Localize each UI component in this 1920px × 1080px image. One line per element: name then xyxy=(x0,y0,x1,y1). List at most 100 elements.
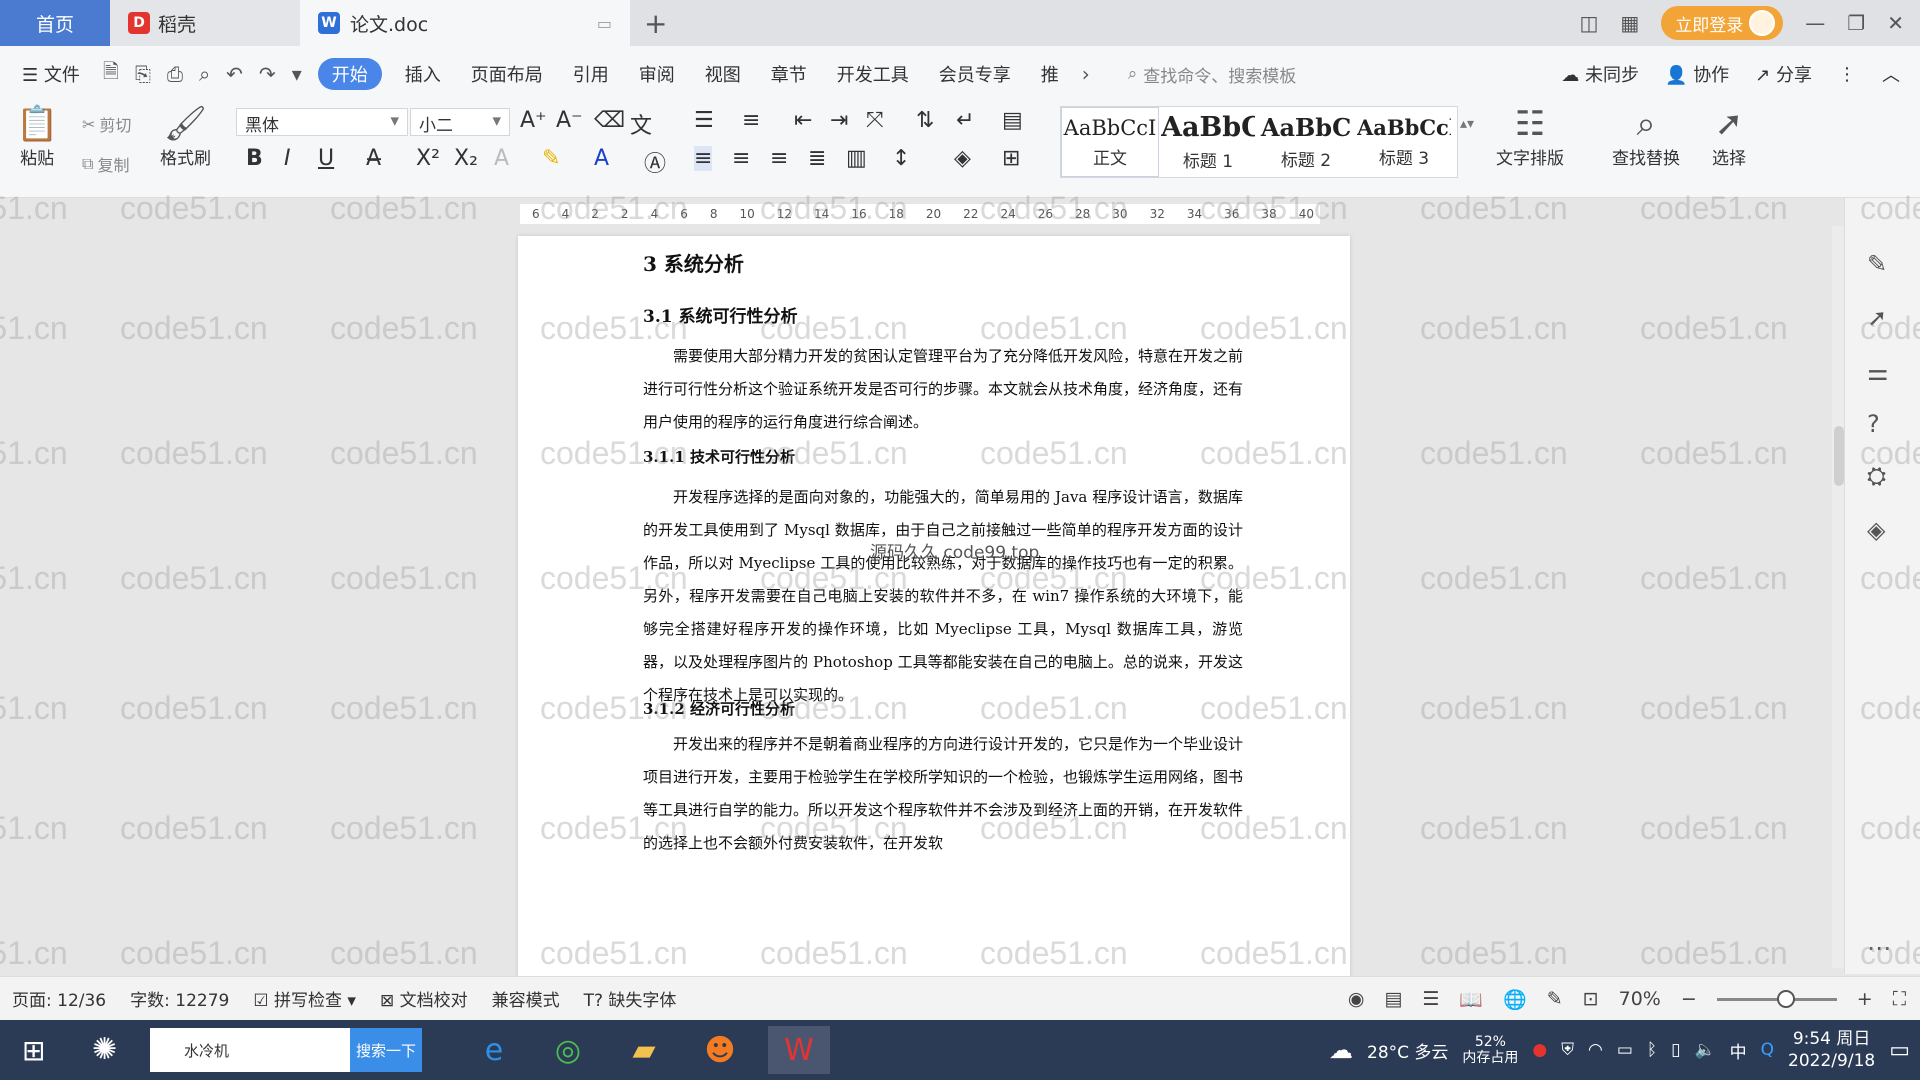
eye-protection-icon[interactable]: ◉ xyxy=(1348,988,1365,1010)
font-size-select[interactable]: 小二 ▾ xyxy=(410,108,510,136)
phonetic-icon[interactable]: 文 xyxy=(630,108,652,140)
spell-check-button[interactable]: ☑ 拼写检查 ▾ xyxy=(241,986,368,1011)
undo-icon[interactable]: ↶ xyxy=(218,62,251,86)
font-color-icon[interactable]: A xyxy=(594,146,609,171)
green-browser-icon[interactable]: ◎ xyxy=(544,1026,592,1074)
settings-sliders-icon[interactable]: ⚌ xyxy=(1867,358,1889,386)
grow-font-icon[interactable]: A⁺ xyxy=(520,108,547,133)
navigate-icon[interactable]: ◈ xyxy=(1867,516,1885,544)
paste-button[interactable]: 📋 粘贴 xyxy=(16,104,58,169)
collab-button[interactable]: 👤 协作 xyxy=(1665,61,1729,87)
strikethrough-icon[interactable]: A̶ xyxy=(366,146,381,171)
print-icon[interactable]: ⎙ xyxy=(159,62,191,86)
align-right-icon[interactable]: ≡ xyxy=(770,146,788,171)
bluetooth-icon[interactable]: ᛒ xyxy=(1647,1040,1657,1060)
style-scroll-icon[interactable]: ▴▾ xyxy=(1460,116,1474,132)
read-view-icon[interactable]: 📖 xyxy=(1459,988,1483,1011)
more-dots-icon[interactable]: ⋯ xyxy=(1867,934,1891,962)
text-layout-button[interactable]: ☷ 文字排版 xyxy=(1496,104,1564,169)
style-normal[interactable]: AaBbCcI 正文 xyxy=(1061,107,1159,177)
chevron-right-icon[interactable]: › xyxy=(1074,62,1098,86)
zoom-level[interactable]: 70% xyxy=(1619,988,1661,1010)
preview-icon[interactable]: ⌕ xyxy=(191,62,218,86)
shading-icon[interactable]: ◈ xyxy=(954,146,971,171)
volume-icon[interactable]: 🔈 xyxy=(1694,1040,1715,1060)
format-painter-button[interactable]: 🖌 格式刷 xyxy=(160,104,211,169)
wps-taskbar-icon[interactable]: W xyxy=(768,1026,830,1074)
menu-insert[interactable]: 插入 xyxy=(390,61,456,87)
memory-widget[interactable]: 52% 内存占用 xyxy=(1462,1034,1518,1066)
menu-start[interactable]: 开始 xyxy=(317,58,382,90)
windows-start-icon[interactable]: ⊞ xyxy=(22,1034,45,1067)
find-replace-button[interactable]: ⌕ 查找替换 xyxy=(1612,104,1680,169)
numbered-list-icon[interactable]: ≡ xyxy=(742,108,760,133)
word-count[interactable]: 字数: 12279 xyxy=(118,986,241,1011)
ruler-scale[interactable]: 6 4 2 2 4 6 8 10 12 14 16 18 20 22 24 26 28 30 32 34 36 38 40 xyxy=(520,204,1320,224)
style-heading-3[interactable]: AaBbCcl 标题 3 xyxy=(1355,107,1453,177)
cut-button[interactable]: ✂ 剪切 xyxy=(82,112,131,136)
web-view-icon[interactable]: 🌐 xyxy=(1503,988,1527,1011)
menu-references[interactable]: 引用 xyxy=(558,61,624,87)
restore-icon[interactable]: ❐ xyxy=(1847,11,1865,35)
tab-document[interactable]: W 论文.doc ▭ xyxy=(300,0,630,46)
usb-icon[interactable]: ▯ xyxy=(1671,1040,1680,1060)
quick-access-dropdown-icon[interactable]: ▾ xyxy=(284,62,310,86)
underline-icon[interactable]: U xyxy=(318,146,334,171)
page-view-icon[interactable]: ▤ xyxy=(1384,988,1402,1010)
fullscreen-icon[interactable]: ⛶ xyxy=(1893,988,1906,1010)
collapse-ribbon-icon[interactable]: ︿ xyxy=(1882,61,1900,87)
copy-button[interactable]: ⧉ 复制 xyxy=(82,152,129,176)
bold-icon[interactable]: B xyxy=(246,146,263,171)
wifi-icon[interactable]: ◠ xyxy=(1588,1040,1603,1060)
superscript-icon[interactable]: X² xyxy=(416,146,440,171)
proofread-button[interactable]: ⊠ 文档校对 xyxy=(368,986,480,1011)
file-explorer-icon[interactable]: ▰ xyxy=(620,1026,668,1074)
game-app-icon[interactable]: ☻ xyxy=(696,1026,744,1074)
tab-home[interactable]: 首页 xyxy=(0,0,110,46)
weather-text[interactable]: 28°C 多云 xyxy=(1367,1038,1448,1063)
indent-icon[interactable]: ⇥ xyxy=(830,108,848,133)
page-counter[interactable]: 页面: 12/36 xyxy=(0,986,118,1011)
text-direction-icon[interactable]: ⤧ xyxy=(866,108,884,133)
taskbar-search-input[interactable]: 水冷机 xyxy=(150,1040,350,1061)
tray-app-icon[interactable]: ● xyxy=(1532,1040,1547,1060)
outline-view-icon[interactable]: ☰ xyxy=(1422,988,1439,1010)
align-left-icon[interactable]: ≡ xyxy=(694,146,713,171)
login-button[interactable]: 立即登录 xyxy=(1661,6,1784,40)
taskbar-search-button[interactable]: 搜索一下 xyxy=(350,1028,422,1072)
battery-icon[interactable]: ▭ xyxy=(1617,1040,1633,1060)
scrollbar-thumb[interactable] xyxy=(1834,426,1844,486)
grid-icon[interactable]: ▦ xyxy=(1620,11,1639,35)
ie-browser-icon[interactable]: e xyxy=(470,1026,518,1074)
menu-review[interactable]: 审阅 xyxy=(624,61,690,87)
fit-page-icon[interactable]: ⊡ xyxy=(1583,988,1599,1010)
command-search[interactable]: ⌕ 查找命令、搜索模板 xyxy=(1128,62,1297,87)
table-ruler-icon[interactable]: ▤ xyxy=(1002,108,1023,133)
char-border-icon[interactable]: Ⓐ xyxy=(644,146,666,178)
zoom-slider-knob[interactable] xyxy=(1776,989,1795,1008)
file-menu[interactable]: ☰ 文件 xyxy=(0,61,95,87)
highlight-icon[interactable]: ✎ xyxy=(542,146,560,171)
save-icon[interactable]: 🗎 xyxy=(95,57,127,91)
tray-security-icon[interactable]: ⛨ xyxy=(1561,1040,1574,1060)
zoom-slider[interactable] xyxy=(1716,989,1837,1008)
notification-icon[interactable]: ▭ xyxy=(1889,1038,1910,1063)
ime-indicator[interactable]: 中 xyxy=(1730,1038,1747,1063)
help-icon[interactable]: ? xyxy=(1867,410,1880,438)
subscript-icon[interactable]: X₂ xyxy=(454,146,478,171)
font-family-select[interactable]: 黑体 ▾ xyxy=(236,108,408,136)
zoom-out-icon[interactable]: − xyxy=(1681,988,1697,1010)
menu-member[interactable]: 会员专享 xyxy=(924,61,1026,87)
minimize-icon[interactable]: — xyxy=(1805,11,1825,35)
line-break-icon[interactable]: ↵ xyxy=(956,108,974,133)
missing-font-button[interactable]: T? 缺失字体 xyxy=(572,986,689,1011)
screen-icon[interactable]: ▭ xyxy=(597,14,612,33)
backup-icon[interactable]: ⛭ xyxy=(1867,462,1886,490)
sort-icon[interactable]: ⇅ xyxy=(916,108,934,133)
redo-icon[interactable]: ↷ xyxy=(251,62,284,86)
cursor-icon[interactable]: ➚ xyxy=(1867,304,1887,332)
style-heading-1[interactable]: AaBbC 标题 1 xyxy=(1159,107,1257,177)
qq-icon[interactable]: Q xyxy=(1761,1040,1774,1060)
zoom-in-icon[interactable]: + xyxy=(1857,988,1873,1010)
menu-developer[interactable]: 开发工具 xyxy=(822,61,924,87)
